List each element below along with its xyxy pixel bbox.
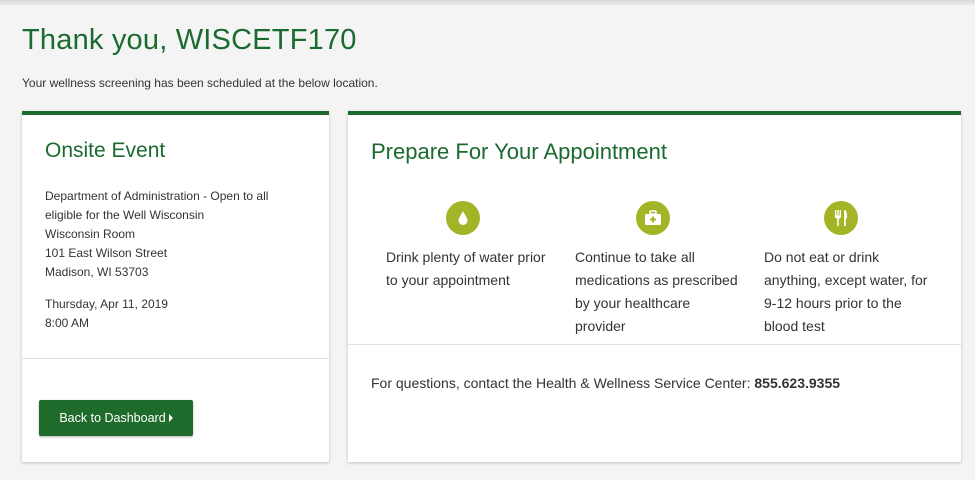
event-card-heading: Onsite Event <box>45 139 166 162</box>
back-to-dashboard-label: Back to Dashboard <box>59 411 166 425</box>
event-time: 8:00 AM <box>45 316 90 330</box>
contact-info: For questions, contact the Health & Well… <box>371 375 840 391</box>
page-subtitle: Your wellness screening has been schedul… <box>22 76 378 90</box>
page-title: Thank you, WISCETF170 <box>22 24 357 56</box>
tip-text: Drink plenty of water prior to your appo… <box>386 249 546 288</box>
prepare-appointment-card: Prepare For Your Appointment Drink plent… <box>348 111 961 462</box>
caret-right-icon <box>168 414 173 422</box>
event-location-line: Madison, WI 53703 <box>45 265 149 279</box>
fork-knife-icon <box>824 201 858 235</box>
event-location-line: 101 East Wilson Street <box>45 246 168 260</box>
water-drop-icon <box>446 201 480 235</box>
back-to-dashboard-button[interactable]: Back to Dashboard <box>39 400 193 436</box>
top-bar <box>0 0 975 5</box>
event-date: Thursday, Apr 11, 2019 <box>45 297 168 311</box>
card-divider <box>22 358 329 359</box>
event-location: Department of Administration - Open to a… <box>45 187 310 282</box>
medical-kit-icon <box>636 201 670 235</box>
event-datetime: Thursday, Apr 11, 2019 8:00 AM <box>45 295 168 333</box>
contact-phone: 855.623.9355 <box>754 375 841 391</box>
tip-text: Do not eat or drink anything, except wat… <box>764 249 928 334</box>
event-location-line: Department of Administration - Open to a… <box>45 189 269 203</box>
onsite-event-card: Onsite Event Department of Administratio… <box>22 111 329 462</box>
card-divider <box>348 344 961 345</box>
prepare-card-heading: Prepare For Your Appointment <box>371 139 667 164</box>
tip-text: Continue to take all medications as pres… <box>575 249 738 334</box>
contact-label: For questions, contact the Health & Well… <box>371 375 751 391</box>
event-location-line: Wisconsin Room <box>45 227 136 241</box>
event-location-line: eligible for the Well Wisconsin <box>45 208 205 222</box>
